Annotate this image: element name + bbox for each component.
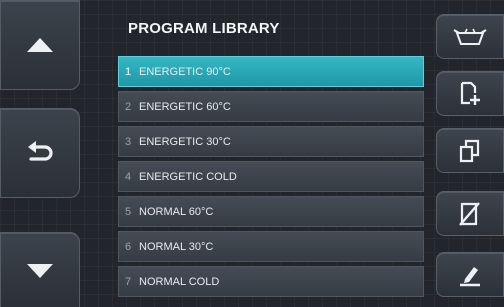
program-row-5[interactable]: 5 NORMAL 60°C [118,196,424,227]
program-row-4[interactable]: 4 ENERGETIC COLD [118,161,424,192]
program-number: 3 [125,135,132,148]
program-name: NORMAL 60°C [139,205,214,218]
page-title: PROGRAM LIBRARY [128,20,280,37]
program-name: ENERGETIC 30°C [139,135,231,148]
program-row-7[interactable]: 7 NORMAL COLD [118,266,424,297]
program-number: 1 [125,65,132,78]
arrow-up-icon [27,38,53,52]
program-list: 1 ENERGETIC 90°C 2 ENERGETIC 60°C 3 ENER… [118,56,424,301]
program-row-1[interactable]: 1 ENERGETIC 90°C [118,56,424,87]
washing-basket-icon [453,28,487,45]
return-arrow-icon [28,141,53,161]
copy-program-button[interactable] [436,128,504,173]
program-row-2[interactable]: 2 ENERGETIC 60°C [118,91,424,122]
program-number: 2 [125,100,132,113]
program-library-screen: PROGRAM LIBRARY 1 ENERGETIC 90°C 2 ENERG… [0,0,504,307]
program-name: ENERGETIC COLD [139,170,237,183]
load-program-button[interactable] [436,14,504,59]
program-name: NORMAL 30°C [139,240,214,253]
program-number: 6 [125,240,132,253]
program-number: 4 [125,170,132,183]
new-program-button[interactable] [436,71,504,116]
program-name: NORMAL COLD [139,275,220,288]
program-row-6[interactable]: 6 NORMAL 30°C [118,231,424,262]
program-name: ENERGETIC 90°C [139,65,231,78]
scroll-up-button[interactable] [0,0,80,90]
delete-document-icon [459,201,480,226]
copy-icon [459,139,480,162]
program-number: 5 [125,205,132,218]
add-document-icon [460,81,480,105]
program-number: 7 [125,275,132,288]
scroll-down-button[interactable] [0,232,80,307]
edit-pencil-icon [460,266,480,286]
delete-program-button[interactable] [436,191,504,236]
program-name: ENERGETIC 60°C [139,100,231,113]
edit-program-button[interactable] [436,252,504,297]
back-button[interactable] [0,108,80,198]
program-row-3[interactable]: 3 ENERGETIC 30°C [118,126,424,157]
arrow-down-icon [27,263,53,278]
left-nav-panel [0,0,86,307]
